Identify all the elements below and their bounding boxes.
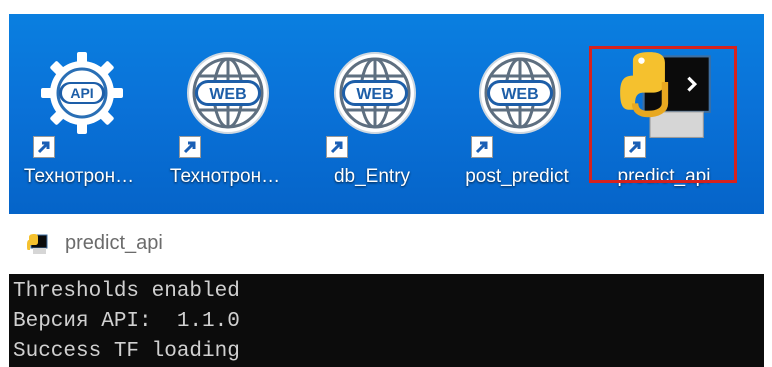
shortcut-arrow-icon — [33, 136, 55, 158]
svg-text:API: API — [70, 85, 93, 101]
console-line: Версия API: 1.1.0 — [13, 310, 240, 333]
svg-text:WEB: WEB — [209, 86, 246, 103]
console-line: Success TF loading — [13, 340, 240, 363]
desktop-icon-label: Технотрон… — [169, 166, 281, 187]
shortcut-arrow-icon — [179, 136, 201, 158]
svg-text:WEB: WEB — [356, 86, 393, 103]
shortcut-arrow-icon — [471, 136, 493, 158]
web-globe-icon: WEB — [334, 52, 416, 134]
screenshot-frame: API Технотрон… WEB Технотрон… WEB db_Ent… — [9, 14, 764, 367]
console-line: Thresholds enabled — [13, 280, 240, 303]
desktop-icon-1[interactable]: API Технотрон… — [9, 48, 149, 198]
console-titlebar[interactable]: predict_api — [9, 214, 764, 274]
shortcut-arrow-icon — [326, 136, 348, 158]
window-title: predict_api — [65, 232, 163, 254]
python-console-icon — [27, 234, 48, 254]
desktop-icon-4[interactable]: WEB post_predict — [447, 48, 587, 198]
desktop: API Технотрон… WEB Технотрон… WEB db_Ent… — [9, 14, 764, 214]
console-output[interactable]: Thresholds enabled Версия API: 1.1.0 Suc… — [9, 274, 764, 367]
desktop-icon-2[interactable]: WEB Технотрон… — [155, 48, 295, 198]
desktop-icon-3[interactable]: WEB db_Entry — [302, 48, 442, 198]
api-gear-icon: API — [41, 52, 123, 134]
svg-text:WEB: WEB — [501, 86, 538, 103]
web-globe-icon: WEB — [479, 52, 561, 134]
desktop-icon-label: post_predict — [465, 166, 569, 187]
desktop-icon-label: Технотрон… — [23, 166, 135, 187]
web-globe-icon: WEB — [187, 52, 269, 134]
desktop-icon-label: db_Entry — [333, 166, 411, 187]
selection-highlight — [589, 46, 737, 183]
